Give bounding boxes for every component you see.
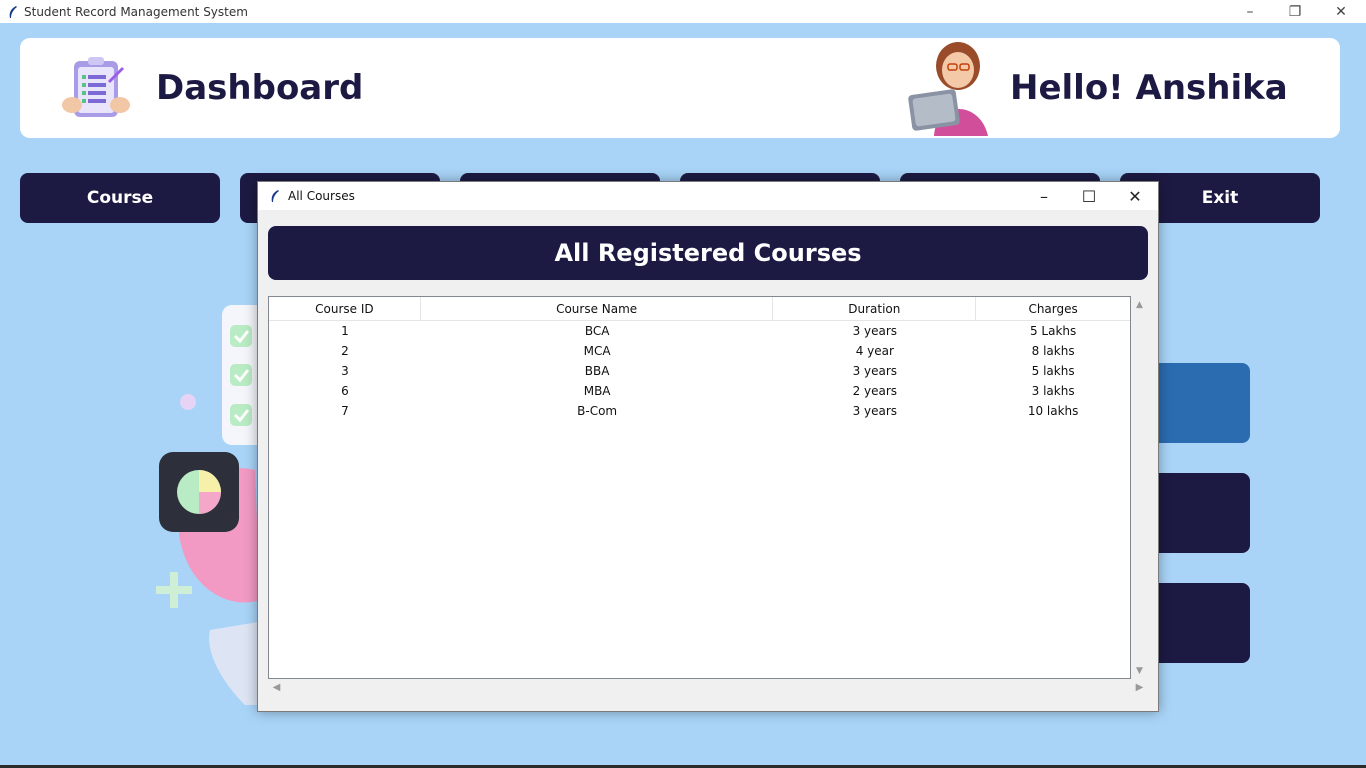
table-cell: 3 years	[852, 404, 898, 418]
table-cell: 6	[341, 384, 349, 398]
clipboard-logo-icon	[62, 57, 130, 117]
maximize-icon[interactable]: ☐	[1066, 182, 1112, 210]
courses-table[interactable]: Course ID Course Name Duration Charges 1…	[268, 296, 1131, 679]
table-cell: MBA	[583, 384, 611, 398]
table-row[interactable]: 3 BBA 3 years 5 lakhs	[269, 361, 1130, 381]
scroll-down-icon[interactable]: ▼	[1131, 662, 1148, 679]
close-icon[interactable]: ✕	[1112, 182, 1158, 210]
table-header: Course ID Course Name Duration Charges	[269, 297, 1130, 321]
page-title: Dashboard	[156, 68, 364, 108]
restore-icon[interactable]: ❐	[1272, 0, 1318, 23]
table-cell: 3	[341, 364, 349, 378]
table-row[interactable]: 6 MBA 2 years 3 lakhs	[269, 381, 1130, 401]
table-row[interactable]: 1 BCA 3 years 5 Lakhs	[269, 321, 1130, 341]
header-card: Dashboard Hello! Anshika	[20, 38, 1340, 138]
horizontal-scrollbar[interactable]: ◀ ▶	[268, 679, 1148, 696]
dialog-title: All Courses	[288, 189, 355, 203]
course-button[interactable]: Course	[20, 173, 220, 223]
table-cell: 5 Lakhs	[1029, 324, 1077, 338]
table-cell: 10 lakhs	[1027, 404, 1079, 418]
table-cell: 4 year	[855, 344, 894, 358]
table-cell: 5 lakhs	[1031, 364, 1075, 378]
minimize-icon[interactable]: –	[1021, 182, 1067, 210]
dialog-heading: All Registered Courses	[268, 226, 1148, 280]
minimize-icon[interactable]: –	[1227, 0, 1273, 23]
table-cell: 1	[341, 324, 349, 338]
scroll-right-icon[interactable]: ▶	[1131, 679, 1148, 696]
table-cell: MCA	[583, 344, 611, 358]
table-cell: 7	[341, 404, 349, 418]
greeting-text: Hello! Anshika	[1010, 68, 1288, 108]
table-cell: 2	[341, 344, 349, 358]
feather-icon	[271, 190, 279, 202]
table-cell: BBA	[584, 364, 610, 378]
dashboard-illustration	[156, 305, 270, 705]
dialog-titlebar: All Courses – ☐ ✕	[258, 182, 1158, 210]
table-cell: BCA	[584, 324, 610, 338]
table-cell: 3 years	[852, 364, 898, 378]
user-avatar	[908, 42, 988, 136]
feather-icon	[9, 5, 17, 18]
close-icon[interactable]: ✕	[1318, 0, 1364, 23]
all-courses-dialog: All Courses – ☐ ✕ All Registered Courses…	[257, 181, 1159, 712]
column-header[interactable]: Charges	[976, 297, 1130, 320]
table-cell: 8 lakhs	[1031, 344, 1075, 358]
column-header[interactable]: Duration	[773, 297, 977, 320]
table-cell: 3 years	[852, 324, 898, 338]
vertical-scrollbar[interactable]: ▲ ▼	[1131, 296, 1148, 679]
window-titlebar: Student Record Management System – ❐ ✕	[0, 0, 1366, 23]
table-cell: B-Com	[577, 404, 618, 418]
column-header[interactable]: Course ID	[269, 297, 421, 320]
table-cell: 2 years	[852, 384, 898, 398]
scroll-up-icon[interactable]: ▲	[1131, 296, 1148, 313]
column-header[interactable]: Course Name	[421, 297, 774, 320]
window-title: Student Record Management System	[24, 4, 248, 19]
table-row[interactable]: 7 B-Com 3 years 10 lakhs	[269, 401, 1130, 421]
scroll-left-icon[interactable]: ◀	[268, 679, 285, 696]
table-cell: 3 lakhs	[1031, 384, 1075, 398]
table-row[interactable]: 2 MCA 4 year 8 lakhs	[269, 341, 1130, 361]
